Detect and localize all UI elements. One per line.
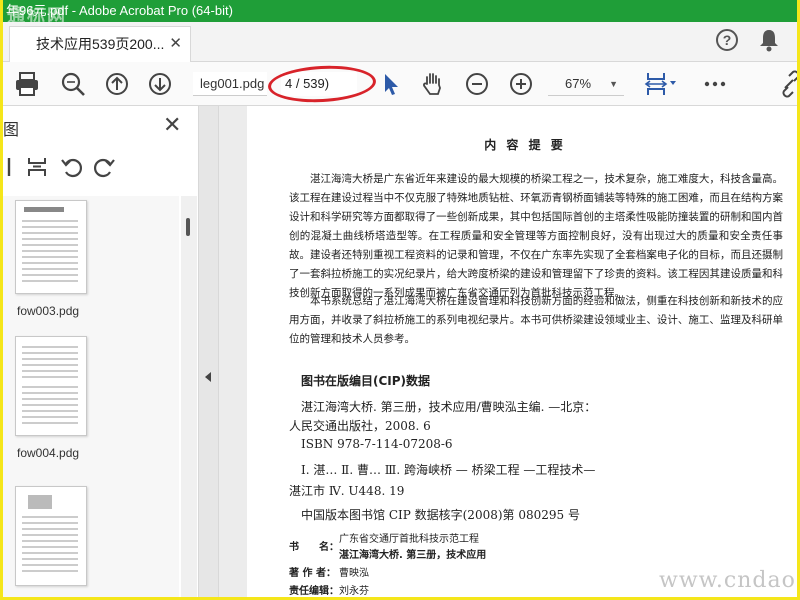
book-title-value: 湛江海湾大桥. 第三册，技术应用 (339, 550, 487, 561)
document-tab-label: 技术应用539页200... (36, 36, 165, 52)
sidebar-title: 图 (3, 122, 20, 139)
cip-line: 湛江市 Ⅳ. U448. 19 (289, 484, 405, 498)
thumbnail-label: fow003.pdg (17, 304, 80, 318)
sidebar-scrollbar[interactable] (181, 196, 197, 597)
bell-icon[interactable] (758, 28, 780, 52)
tab-bar: 技术应用539页200... ✕ ? (3, 22, 797, 62)
insert-page-icon[interactable] (25, 154, 51, 180)
cip-line: ISBN 978-7-114-07208-6 (301, 437, 453, 451)
hand-icon[interactable] (419, 70, 447, 98)
zoom-in-icon[interactable] (507, 70, 535, 98)
page-thumbnail[interactable] (15, 486, 87, 586)
page-thumbnail[interactable] (15, 200, 87, 294)
cip-heading: 图书在版编目(CIP)数据 (301, 374, 431, 388)
zoom-level-dropdown[interactable]: 67% ▼ (548, 72, 624, 96)
rotate-right-icon[interactable] (91, 154, 117, 180)
summary-paragraph-2: 本书系统总结了湛江海湾大桥在建设管理和科技创新方面的经验和做法，侧重在科技创新和… (289, 295, 783, 345)
author-value: 曹映泓 (339, 568, 369, 579)
file-name-field[interactable]: leg001.pdg (193, 72, 267, 96)
rotate-left-icon[interactable] (59, 154, 85, 180)
editor-value: 刘永芬 (339, 586, 369, 597)
print-icon[interactable] (13, 70, 41, 98)
title-bar: 年96元.pdf - Adobe Acrobat Pro (64-bit) (3, 0, 797, 22)
zoom-level-value: 67% (565, 76, 592, 91)
cip-line: 湛江海湾大桥. 第三册，技术应用/曹映泓主编. —北京： (301, 400, 597, 414)
thumbnail-preview (22, 495, 78, 572)
book-title-value: 广东省交通厅首批科技示范工程 (339, 534, 479, 545)
app-window: 年96元.pdf - Adobe Acrobat Pro (64-bit) 通标… (0, 0, 800, 600)
more-icon[interactable] (701, 70, 729, 98)
summary-paragraph-1: 湛江海湾大桥是广东省近年来建设的最大规模的桥梁工程之一，技术复杂，施工难度大，科… (289, 173, 783, 299)
cip-line: Ⅰ. 湛… Ⅱ. 曹… Ⅲ. 跨海峡桥 — 桥梁工程 —工程技术— (301, 463, 596, 477)
thumbnail-preview (22, 207, 78, 282)
page-down-icon[interactable] (146, 70, 174, 98)
editor-label: 责任编辑： (289, 586, 339, 597)
thumbnail-list: fow003.pdg fow004.pdg (3, 196, 179, 597)
document-tab[interactable]: 技术应用539页200... ✕ (9, 26, 191, 62)
document-page: 内 容 提 要 湛江海湾大桥是广东省近年来建设的最大规模的桥梁工程之一，技术复杂… (247, 106, 797, 597)
sidebar-toolbar (3, 150, 199, 184)
author-label: 著 作 者： (289, 568, 336, 579)
book-title-label: 书 名： (289, 542, 339, 553)
sidebar-scrollbar-thumb[interactable] (186, 218, 190, 236)
cip-line: 中国版本图书馆 CIP 数据核字(2008)第 080295 号 (301, 508, 580, 522)
help-icon[interactable]: ? (716, 29, 738, 51)
chevron-down-icon: ▼ (609, 79, 618, 89)
tab-close-icon[interactable]: ✕ (169, 27, 182, 61)
zoom-out-icon[interactable] (463, 70, 491, 98)
sidebar-header: 图 ✕ (3, 106, 199, 146)
fit-page-icon[interactable] (643, 70, 679, 98)
sidebar-collapse-strip[interactable] (199, 106, 219, 597)
main-toolbar: leg001.pdg 4 / 539) 67% ▼ (3, 62, 800, 106)
page-heading: 内 容 提 要 (484, 138, 566, 152)
page-up-icon[interactable] (103, 70, 131, 98)
thumbnail-label: fow004.pdg (17, 446, 80, 460)
thumbnail-preview (22, 346, 78, 424)
select-cursor-icon[interactable] (377, 70, 405, 98)
chevron-left-icon[interactable] (205, 372, 211, 382)
page-thumbnail[interactable] (15, 336, 87, 436)
zoom-search-icon[interactable] (59, 70, 87, 98)
document-viewer[interactable]: 内 容 提 要 湛江海湾大桥是广东省近年来建设的最大规模的桥梁工程之一，技术复杂… (219, 106, 797, 597)
sidebar-close-icon[interactable]: ✕ (163, 112, 181, 138)
red-annotation-ellipse (267, 63, 377, 105)
site-watermark: www.cndao.com (659, 568, 797, 593)
thumbnail-sidebar: 图 ✕ fow003.pdg fow004.pdg (3, 106, 199, 597)
link-icon[interactable] (781, 70, 800, 98)
cip-line: 人民交通出版社，2008. 6 (289, 419, 431, 433)
